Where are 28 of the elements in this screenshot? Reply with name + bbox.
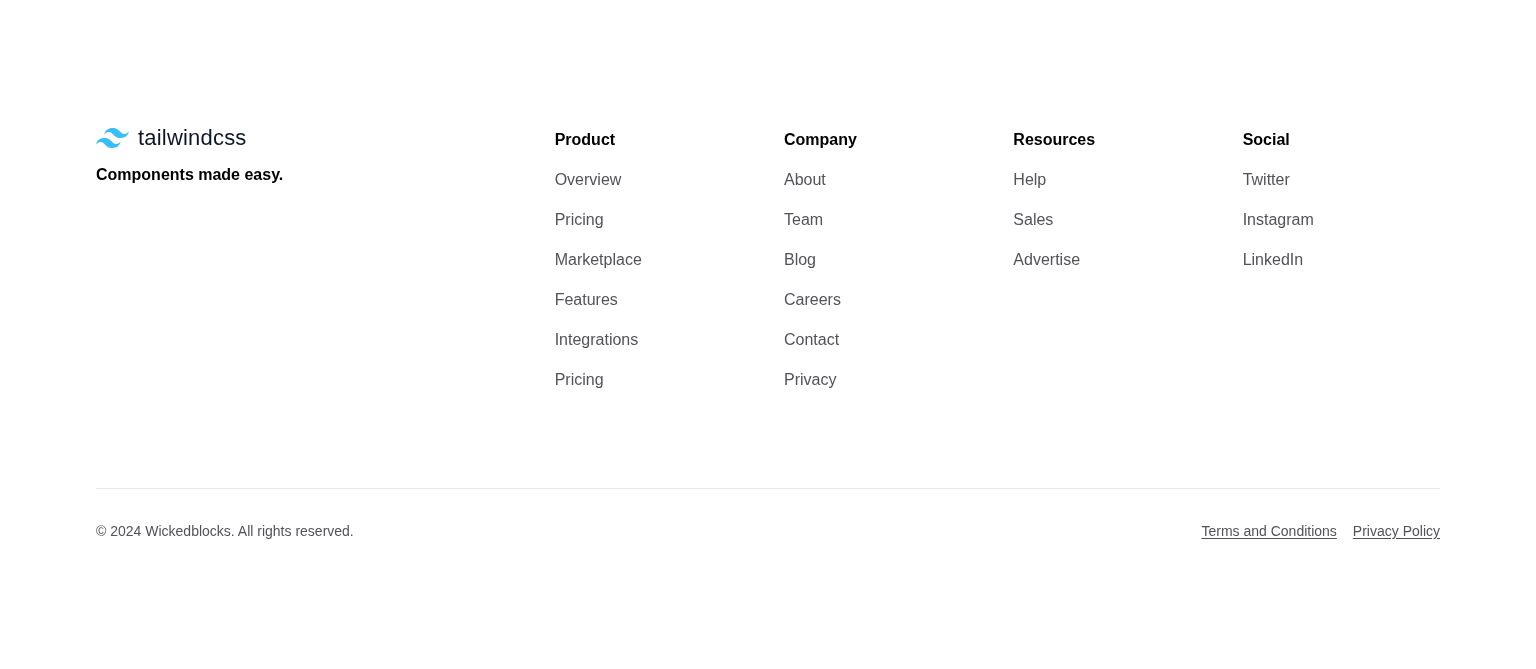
footer-link[interactable]: Twitter	[1242, 168, 1290, 192]
column-heading: Resources	[1013, 130, 1096, 150]
footer-link[interactable]: Blog	[784, 248, 816, 272]
footer-link[interactable]: LinkedIn	[1242, 248, 1304, 272]
column-heading: Social	[1242, 130, 1290, 150]
footer-link[interactable]: Integrations	[554, 328, 639, 352]
footer-link[interactable]: Overview	[554, 168, 622, 192]
footer-link[interactable]: Help	[1013, 168, 1047, 192]
footer-link[interactable]: Pricing	[554, 208, 604, 232]
brand-wordmark: tailwindcss	[138, 127, 247, 149]
footer-link[interactable]: Sales	[1013, 208, 1054, 232]
legal-link[interactable]: Privacy Policy	[1352, 521, 1440, 541]
footer-link[interactable]: About	[784, 168, 826, 192]
footer-link[interactable]: Marketplace	[554, 248, 642, 272]
legal-link[interactable]: Terms and Conditions	[1201, 521, 1337, 541]
footer-link[interactable]: Careers	[784, 288, 841, 312]
wave-logo-icon	[96, 128, 129, 148]
footer-link[interactable]: Privacy	[784, 368, 837, 392]
footer-link[interactable]: Features	[554, 288, 618, 312]
column-heading: Product	[554, 130, 616, 150]
footer-link[interactable]: Team	[784, 208, 824, 232]
footer-link[interactable]: Contact	[784, 328, 840, 352]
column-heading: Company	[784, 130, 857, 150]
footer-link[interactable]: Advertise	[1013, 248, 1081, 272]
tagline: Components made easy.	[96, 165, 284, 185]
copyright-text: © 2024 Wickedblocks. All rights reserved.	[96, 522, 354, 541]
footer-link[interactable]: Instagram	[1242, 208, 1314, 232]
footer-link[interactable]: Pricing	[554, 368, 604, 392]
